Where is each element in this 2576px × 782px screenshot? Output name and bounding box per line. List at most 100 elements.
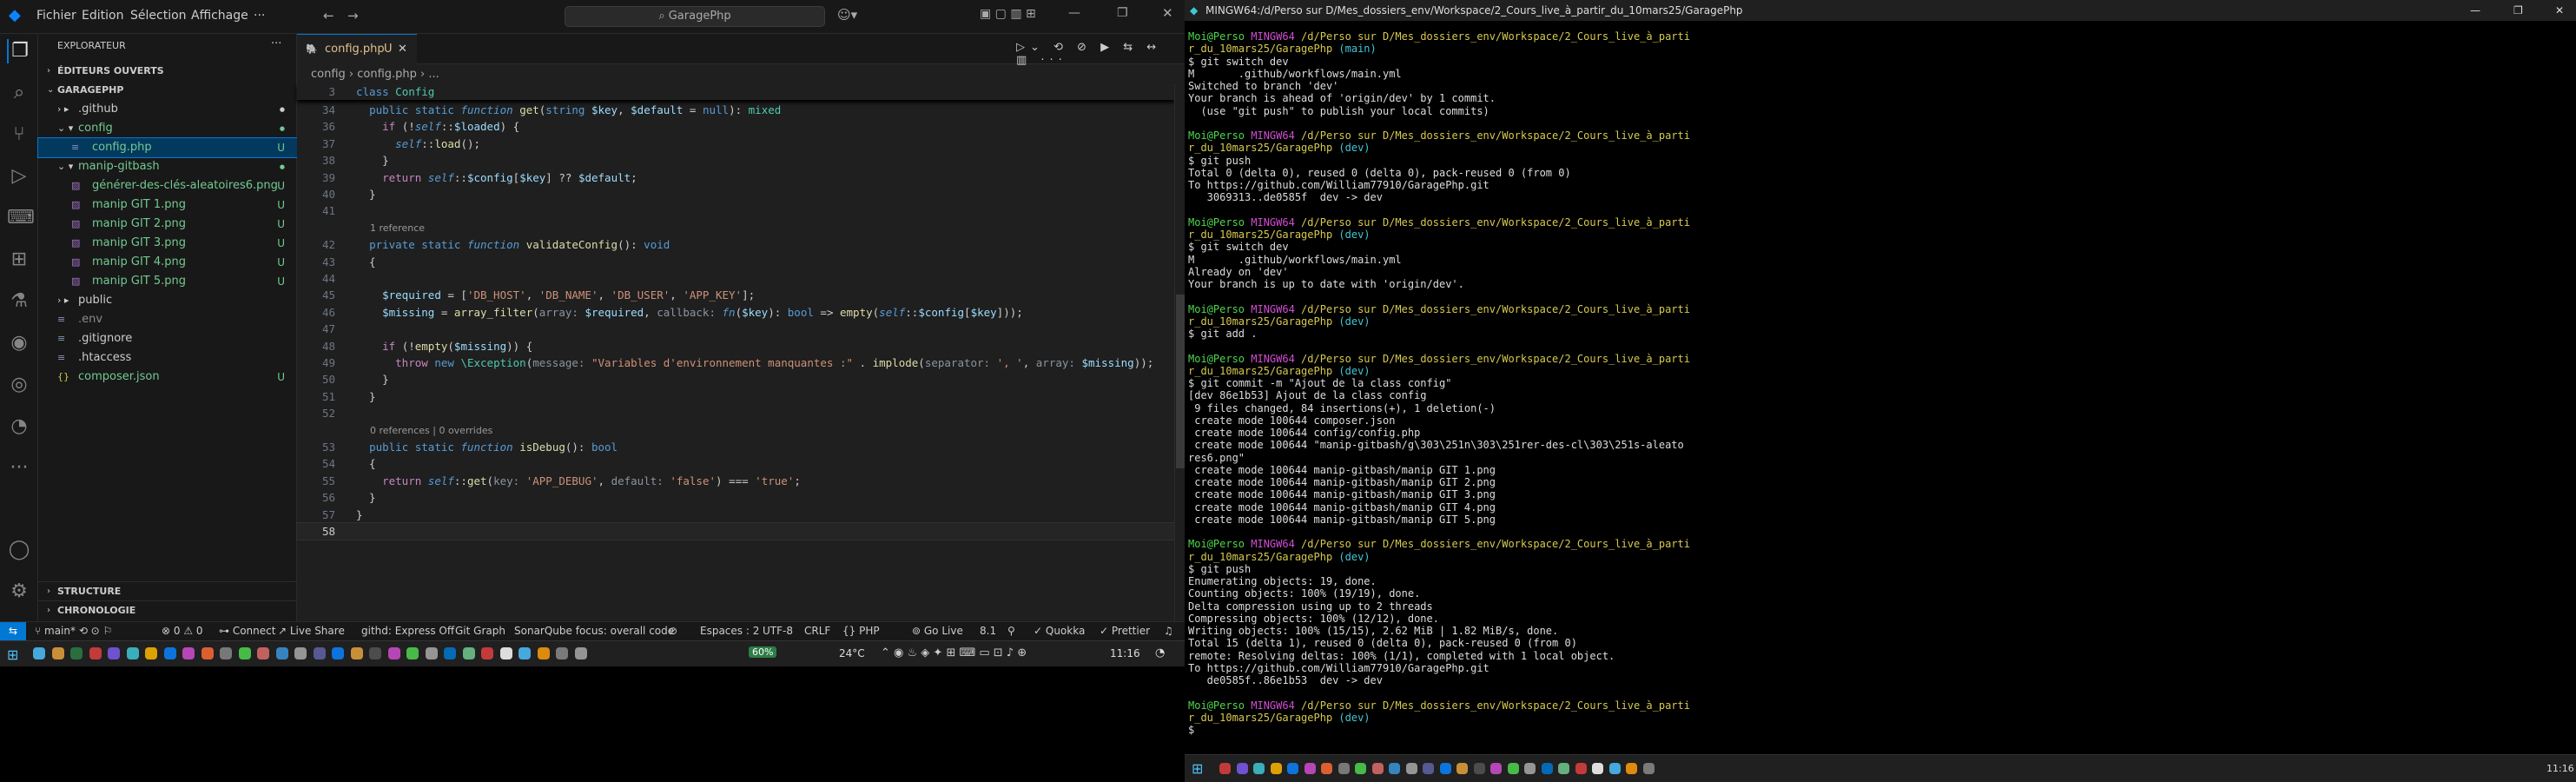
breadcrumb[interactable]: config › config.php › ...	[311, 65, 439, 84]
remote-icon[interactable]: ⇆	[0, 622, 26, 641]
taskbar-app-icon[interactable]	[1253, 763, 1265, 774]
scrollbar-thumb[interactable]	[1176, 295, 1185, 468]
open-editors-section[interactable]: › ÉDITEURS OUVERTS	[38, 62, 297, 81]
remote-explorer-icon[interactable]: ⌨	[7, 206, 35, 230]
tree-item[interactable]: ▨ manip GIT 2.png U	[38, 215, 297, 234]
project-section[interactable]: ⌄ GARAGEPHP	[38, 81, 297, 100]
menu-affichage[interactable]: Affichage	[191, 9, 248, 23]
taskbar-app-icon[interactable]	[1608, 763, 1621, 774]
taskbar-app-icon[interactable]	[1270, 763, 1282, 774]
taskbar-app-icon[interactable]	[238, 647, 251, 659]
explorer-icon[interactable]: ❐	[7, 39, 31, 63]
taskbar-app-icon[interactable]	[145, 647, 157, 659]
taskbar-app-icon[interactable]	[537, 647, 550, 659]
taskbar-app-icon[interactable]	[51, 647, 64, 659]
tree-item[interactable]: › ▸ public	[38, 291, 297, 310]
taskbar-app-icon[interactable]	[1321, 763, 1332, 774]
sonarqube-icon[interactable]: ◔	[7, 414, 31, 439]
structure-section[interactable]: › STRUCTURE	[38, 581, 297, 600]
gitgraph-status[interactable]: Git Graph	[455, 622, 505, 640]
search-view-icon[interactable]: ⌕	[7, 81, 31, 105]
nav-forward-icon[interactable]: →	[347, 8, 359, 23]
github-icon[interactable]: ◉	[7, 331, 31, 355]
nav-back-icon[interactable]: ←	[323, 8, 334, 23]
extensions-icon[interactable]: ⊞	[7, 248, 31, 272]
taskbar-app-icon[interactable]	[1389, 763, 1400, 774]
tree-item[interactable]: ⌄ ▾ config ●	[38, 119, 297, 138]
terminal-minimize-icon[interactable]: —	[2470, 0, 2480, 21]
taskbar-app-icon[interactable]	[350, 647, 363, 659]
notifications-icon[interactable]: ♫	[1164, 622, 1173, 640]
source-control-icon[interactable]: ⑂	[7, 123, 31, 147]
taskbar-app-icon[interactable]	[1490, 763, 1502, 774]
tree-item[interactable]: ≡ .env	[38, 310, 297, 329]
taskbar-app-icon[interactable]	[369, 647, 381, 659]
tree-item[interactable]: ≡ config.php U	[37, 137, 298, 158]
liveshare-status[interactable]: ↗ Live Share	[278, 622, 345, 640]
run-debug-icon[interactable]: ▷	[7, 164, 31, 189]
taskbar-app-icon[interactable]	[1423, 763, 1434, 774]
taskbar-app-icon[interactable]	[313, 647, 326, 659]
tree-item[interactable]: {} composer.json U	[38, 368, 297, 387]
windows-start-icon[interactable]: ⊞	[7, 646, 18, 663]
taskbar-app-icon[interactable]	[1473, 763, 1485, 774]
connect-status[interactable]: ⊶ Connect	[219, 622, 275, 640]
branch-status[interactable]: ⑂ main* ⟲ ⊙ ⚐	[35, 622, 112, 640]
tab-config-php[interactable]: 🐘 config.php U ✕	[297, 34, 417, 64]
tree-item[interactable]: ▨ manip GIT 5.png U	[38, 272, 297, 291]
tree-item[interactable]: ≡ .htaccess	[38, 348, 297, 368]
taskbar-app-icon[interactable]	[108, 647, 120, 659]
taskbar-app-icon[interactable]	[70, 647, 83, 659]
taskbar-app-icon[interactable]	[1592, 763, 1603, 774]
tree-item[interactable]: ▨ manip GIT 3.png U	[38, 234, 297, 253]
eol-status[interactable]: CRLF	[804, 622, 830, 640]
menu-edition[interactable]: Edition	[82, 9, 123, 23]
pin-icon[interactable]: ⚲	[1007, 622, 1015, 640]
taskbar-app-icon[interactable]	[1575, 763, 1587, 774]
taskbar-app-icon[interactable]	[220, 647, 232, 659]
taskbar-app-icon[interactable]	[1439, 763, 1451, 774]
tree-item[interactable]: ▨ manip GIT 4.png U	[38, 253, 297, 272]
menu-selection[interactable]: Sélection	[130, 9, 187, 23]
taskbar-app-icon[interactable]	[1304, 763, 1316, 774]
taskbar-app-icon[interactable]	[1355, 763, 1366, 774]
windows-start-icon-2[interactable]: ⊞	[1192, 760, 1203, 777]
taskbar-app-icon[interactable]	[1236, 763, 1248, 774]
terminal-maximize-icon[interactable]: ❐	[2513, 0, 2523, 21]
taskbar-app-icon[interactable]	[126, 647, 139, 659]
taskbar-app-icon[interactable]	[1371, 763, 1384, 774]
sonar-status[interactable]: SonarQube focus: overall code	[514, 622, 674, 640]
tree-item[interactable]: ▨ manip GIT 1.png U	[38, 196, 297, 215]
explorer-more-icon[interactable]: ···	[271, 37, 281, 50]
tree-item[interactable]: ⌄ ▾ manip-gitbash ●	[38, 157, 297, 176]
problems-status[interactable]: ⊗ 0 ⚠ 0	[162, 622, 203, 640]
codelens[interactable]: 0 references | 0 overrides	[370, 422, 492, 439]
githd-status[interactable]: githd: Express Off	[361, 622, 454, 640]
taskbar-app-icon[interactable]	[89, 647, 102, 659]
taskbar-app-icon[interactable]	[332, 647, 344, 659]
taskbar-app-icon[interactable]	[1642, 763, 1655, 774]
taskbar-app-icon[interactable]	[406, 647, 419, 659]
quokka-status[interactable]: ✓ Quokka	[1034, 622, 1085, 640]
testing-icon[interactable]: ⚗	[7, 289, 31, 314]
encoding-status[interactable]: UTF-8	[763, 622, 793, 640]
minimize-icon[interactable]: —	[1068, 6, 1080, 20]
restore-icon[interactable]: ❐	[1117, 6, 1128, 20]
taskbar-app-icon[interactable]	[1287, 763, 1298, 774]
taskbar-app-icon[interactable]	[1626, 763, 1637, 774]
taskbar-app-icon[interactable]	[33, 647, 45, 659]
copilot-icon[interactable]: ☺▾	[837, 7, 857, 23]
terminal-close-icon[interactable]: ✕	[2555, 0, 2564, 21]
check-icon[interactable]: ⊘	[669, 622, 677, 640]
taskbar-app-icon[interactable]	[1405, 763, 1417, 774]
taskbar-app-icon[interactable]	[462, 647, 475, 659]
taskbar-app-icon[interactable]	[519, 647, 531, 659]
taskbar-app-icon[interactable]	[182, 647, 195, 659]
account-icon[interactable]: ◯	[7, 538, 31, 562]
taskbar-app-icon[interactable]	[201, 647, 214, 659]
layout-icon[interactable]: ▣ ▢ ▥ ⊞	[980, 7, 1036, 21]
taskbar-app-icon[interactable]	[275, 647, 288, 659]
more-views-icon[interactable]: ···	[7, 456, 31, 480]
language-status[interactable]: {} PHP	[842, 622, 880, 640]
prettier-status[interactable]: ✓ Prettier	[1100, 622, 1150, 640]
